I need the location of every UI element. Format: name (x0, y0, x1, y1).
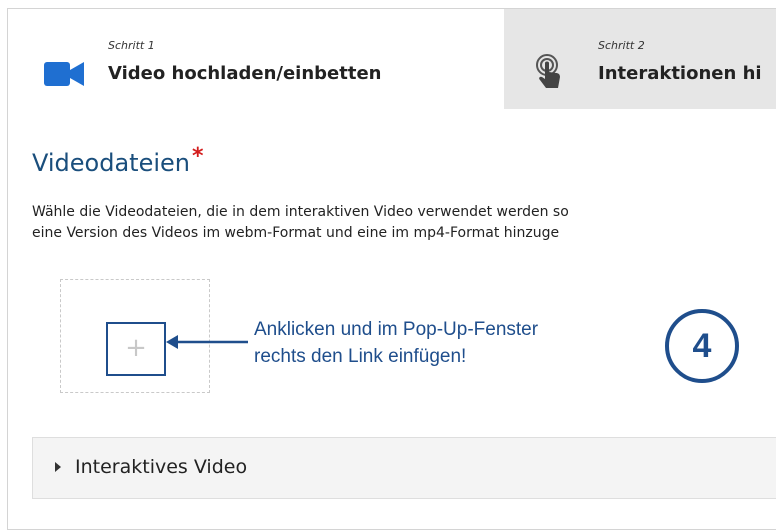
step-1-label: Schritt 1 (108, 39, 155, 52)
annotation-line-1: Anklicken und im Pop-Up-Fenster (254, 319, 539, 340)
add-video-button[interactable]: + (106, 322, 166, 376)
step-tabs: Schritt 1 Video hochladen/einbetten Schr… (8, 9, 776, 109)
step-2-label: Schritt 2 (598, 39, 645, 52)
description-line-2: eine Version des Videos im webm-Format u… (32, 225, 560, 241)
required-marker: * (192, 144, 204, 169)
section-description: Wähle die Videodateien, die in dem inter… (32, 202, 776, 244)
collapsible-label: Interaktives Video (75, 456, 248, 478)
tab-step-1[interactable]: Schritt 1 Video hochladen/einbetten (8, 9, 504, 109)
annotation-arrow (166, 335, 248, 349)
interactive-video-collapsible[interactable]: Interaktives Video (32, 437, 776, 499)
step-number-badge: 4 (665, 309, 739, 383)
hand-pointer-icon (536, 54, 560, 88)
section-title: Videodateien* (32, 144, 204, 177)
tab-step-2[interactable]: Schritt 2 Interaktionen hi (504, 9, 776, 109)
step-2-title: Interaktionen hi (598, 63, 762, 84)
editor-frame: Schritt 1 Video hochladen/einbetten Schr… (7, 8, 776, 530)
video-camera-icon (44, 62, 84, 86)
description-line-1: Wähle die Videodateien, die in dem inter… (32, 204, 569, 220)
annotation-text: Anklicken und im Pop-Up-Fenster rechts d… (254, 316, 538, 370)
section-title-text: Videodateien (32, 149, 191, 177)
plus-icon: + (125, 333, 147, 363)
caret-right-icon (55, 462, 61, 472)
annotation-line-2: rechts den Link einfügen! (254, 346, 467, 367)
step-1-title: Video hochladen/einbetten (108, 63, 382, 84)
